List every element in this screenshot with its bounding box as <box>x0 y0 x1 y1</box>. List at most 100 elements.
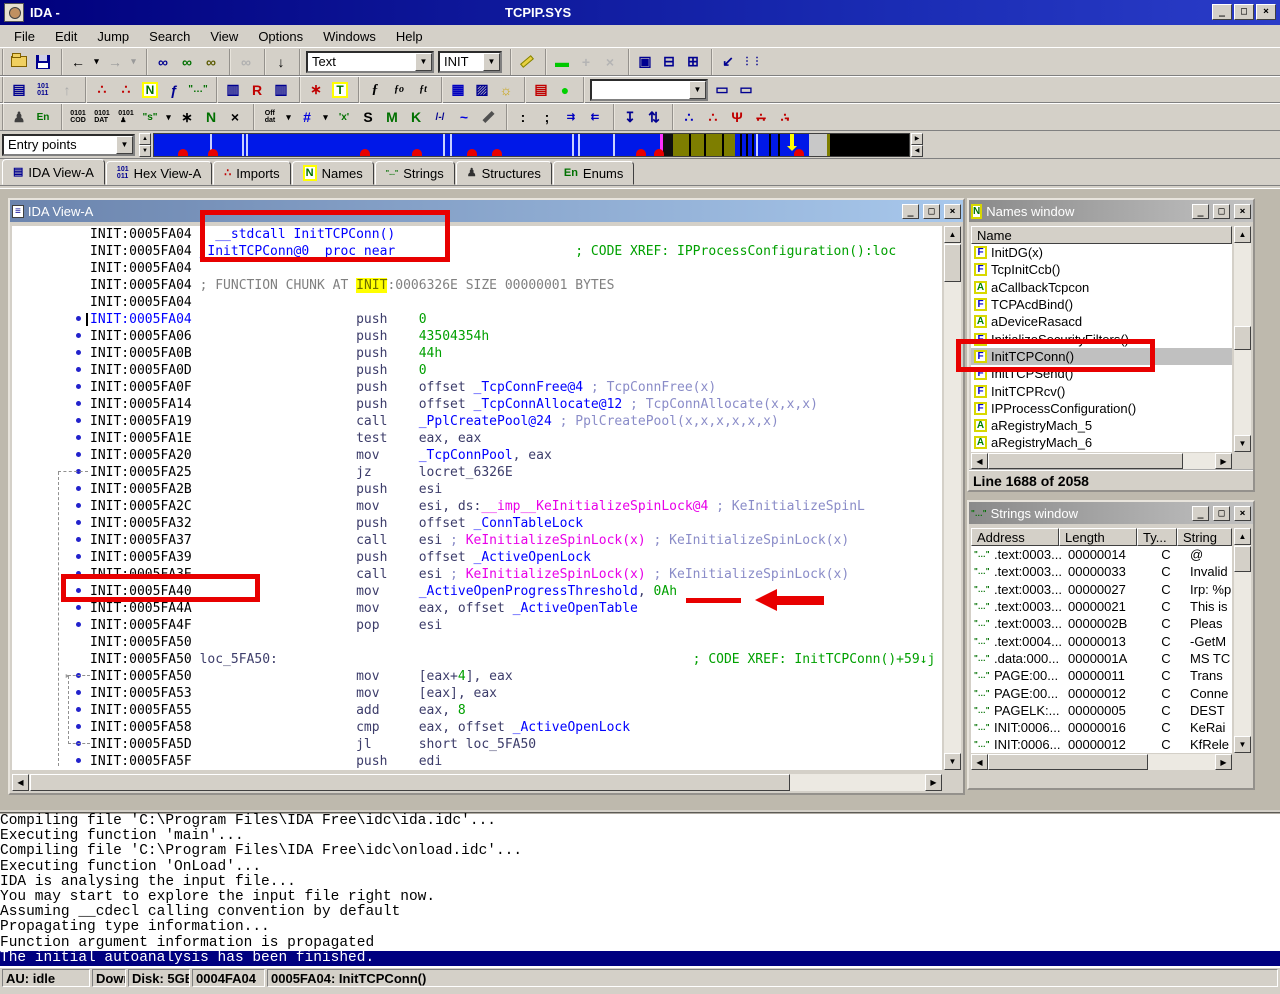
strings-row[interactable]: "…"INIT:0006...00000012CKfRele <box>971 736 1232 753</box>
strings-maximize-button[interactable]: □ <box>1213 506 1230 521</box>
disasm-line[interactable]: INIT:0005FA04 ; __stdcall InitTCPConn() <box>12 226 942 243</box>
menu-help[interactable]: Help <box>386 27 433 46</box>
open-file-button[interactable] <box>7 51 31 73</box>
enums-button[interactable]: En <box>31 106 55 128</box>
tab-strings[interactable]: "..."Strings <box>375 161 455 185</box>
function-type-button[interactable]: ƒt <box>411 79 435 101</box>
names-minimize-button[interactable]: _ <box>1192 204 1209 219</box>
make-struct-button[interactable]: 0101 ♟ <box>114 106 138 128</box>
offset-data-button[interactable]: Off dat <box>258 106 282 128</box>
scroll-left-icon[interactable]: ◀ <box>12 774 29 791</box>
jump-name-button[interactable]: ⇅ <box>642 106 666 128</box>
make-code-button[interactable]: 0101 COD <box>66 106 90 128</box>
menu-view[interactable]: View <box>200 27 248 46</box>
disasm-line[interactable]: ‣INIT:0005FA50 mov [eax+4], eax <box>12 668 942 685</box>
make-data-button[interactable]: 0101 DAT <box>90 106 114 128</box>
menu-options[interactable]: Options <box>248 27 313 46</box>
strings-row[interactable]: "…".text:0003...00000027CIrp: %p <box>971 581 1232 598</box>
disassembly-title-bar[interactable]: ≡ IDA View-A _ □ × <box>10 200 963 222</box>
window-close-button[interactable]: ▭ <box>734 79 758 101</box>
menu-windows[interactable]: Windows <box>313 27 386 46</box>
output-line[interactable]: Executing function 'OnLoad'... <box>0 860 1280 875</box>
jump-address-button[interactable]: ↓ <box>269 51 293 73</box>
make-string-button[interactable]: "s" <box>138 106 162 128</box>
tab-enums[interactable]: EnEnums <box>553 161 635 185</box>
strings-title-bar[interactable]: "…" Strings window _ □ × <box>969 502 1253 524</box>
tab-names[interactable]: NNames <box>292 161 374 185</box>
scroll-down-icon[interactable]: ▼ <box>1234 736 1251 753</box>
number-button[interactable]: # <box>295 106 319 128</box>
scroll-right-icon[interactable]: ▶ <box>1215 453 1232 469</box>
make-array-button[interactable]: ∗ <box>175 106 199 128</box>
navigate-back-button[interactable]: ← <box>66 51 90 73</box>
strings-close-button[interactable]: × <box>1234 506 1251 521</box>
window-next-button[interactable]: ▭ <box>710 79 734 101</box>
output-line[interactable]: You may start to explore the input file … <box>0 890 1280 905</box>
names-window-button[interactable]: N <box>138 79 162 101</box>
disasm-line[interactable]: INIT:0005FA0D push 0 <box>12 362 942 379</box>
disasm-line[interactable]: INIT:0005FA04 _InitTCPConn@0 proc near ;… <box>12 243 942 260</box>
xrefs-to-button[interactable]: ⇉ <box>559 106 583 128</box>
menu-file[interactable]: File <box>4 27 45 46</box>
scroll-down-icon[interactable]: ▼ <box>1234 435 1251 452</box>
delete-item-button[interactable]: × <box>598 51 622 73</box>
navigate-forward-button[interactable]: → <box>103 51 127 73</box>
rename-button[interactable]: N <box>199 106 223 128</box>
output-line[interactable]: Assuming __cdecl calling convention by d… <box>0 905 1280 920</box>
disasm-line[interactable]: INIT:0005FA2B push esi <box>12 481 942 498</box>
disasm-line[interactable]: INIT:0005FA04 push 0 <box>12 311 942 328</box>
names-maximize-button[interactable]: □ <box>1213 204 1230 219</box>
segments-window-button[interactable]: ▥ <box>221 79 245 101</box>
tile-vertical-button[interactable]: ⊞ <box>681 51 705 73</box>
search-text-button[interactable]: ∞ <box>175 51 199 73</box>
jump-xref-operand-button[interactable]: ↧ <box>618 106 642 128</box>
callgraph-flowchart-button[interactable]: ∴ <box>677 106 701 128</box>
cascade-windows-button[interactable]: ▣ <box>633 51 657 73</box>
disasm-line[interactable]: INIT:0005FA37 call esi ; KeInitializeSpi… <box>12 532 942 549</box>
names-row[interactable]: FIPProcessConfiguration() <box>971 400 1232 417</box>
names-vthumb[interactable] <box>1234 326 1251 350</box>
tab-structures[interactable]: ♟Structures <box>456 161 552 185</box>
segment-combo[interactable]: INIT▼ <box>438 51 502 73</box>
strings-hscrollbar[interactable]: ◀ ▶ <box>971 754 1232 770</box>
disasm-line[interactable]: INIT:0005FA25 jz locret_6326E <box>12 464 942 481</box>
strings-vthumb[interactable] <box>1234 546 1251 572</box>
disasm-line[interactable]: INIT:0005FA19 call _PplCreatePool@24 ; P… <box>12 413 942 430</box>
strings-row[interactable]: "…"PAGE:00...00000012CConne <box>971 684 1232 701</box>
strings-row[interactable]: "…".text:0003...00000021CThis is <box>971 598 1232 615</box>
child-minimize-button[interactable]: _ <box>902 204 919 219</box>
names-hthumb[interactable] <box>988 453 1183 469</box>
selectors-button[interactable]: ▥ <box>269 79 293 101</box>
disasm-line[interactable]: INIT:0005FA0F push offset _TcpConnFree@4… <box>12 379 942 396</box>
names-row[interactable]: AaDeviceRasacd <box>971 313 1232 330</box>
navigate-forward-dropdown[interactable]: ▾ <box>127 51 140 73</box>
tab-hex-view-a[interactable]: 101 011Hex View-A <box>106 161 212 185</box>
callgraph-callers-button[interactable]: ∴ <box>701 106 725 128</box>
enum-op-button[interactable]: M <box>380 106 404 128</box>
strings-row[interactable]: "…"PAGE:00...00000011CTrans <box>971 667 1232 684</box>
struct-offset-button[interactable]: /-/ <box>428 106 452 128</box>
function-edit-button[interactable]: ƒ <box>363 79 387 101</box>
callgraph-psi-button[interactable]: Ψ <box>725 106 749 128</box>
chevron-down-icon[interactable]: ▼ <box>415 53 432 71</box>
disasm-line[interactable]: INIT:0005FA0B push 44h <box>12 345 942 362</box>
chevron-down-icon[interactable]: ▼ <box>689 81 706 99</box>
segment-op-button[interactable]: S <box>356 106 380 128</box>
signatures-button[interactable]: ∗ <box>304 79 328 101</box>
output-line[interactable]: Compiling file 'C:\Program Files\IDA Fre… <box>0 844 1280 859</box>
names-row[interactable]: AaRegistryMach_5 <box>971 417 1232 434</box>
strings-row[interactable]: "…".data:000...0000001ACMS TC <box>971 650 1232 667</box>
search-immediate-button[interactable]: ∞ <box>199 51 223 73</box>
callgraph-xrefs-from-button[interactable]: ∴̵ <box>773 106 797 128</box>
vscroll-thumb[interactable] <box>944 244 961 282</box>
undefine-button[interactable]: × <box>223 106 247 128</box>
chevron-down-icon[interactable]: ▼ <box>483 53 500 71</box>
chevron-down-icon[interactable]: ▼ <box>116 136 133 154</box>
search-type-combo[interactable]: Text▼ <box>306 51 434 73</box>
output-window[interactable]: Compiling file 'C:\Program Files\IDA Fre… <box>0 812 1280 968</box>
maximize-button[interactable]: □ <box>1234 4 1254 20</box>
complement-button[interactable]: ~ <box>452 106 476 128</box>
scroll-right-icon[interactable]: ▶ <box>925 774 942 791</box>
options-gear-button[interactable]: ☼ <box>494 79 518 101</box>
save-file-button[interactable] <box>31 51 55 73</box>
